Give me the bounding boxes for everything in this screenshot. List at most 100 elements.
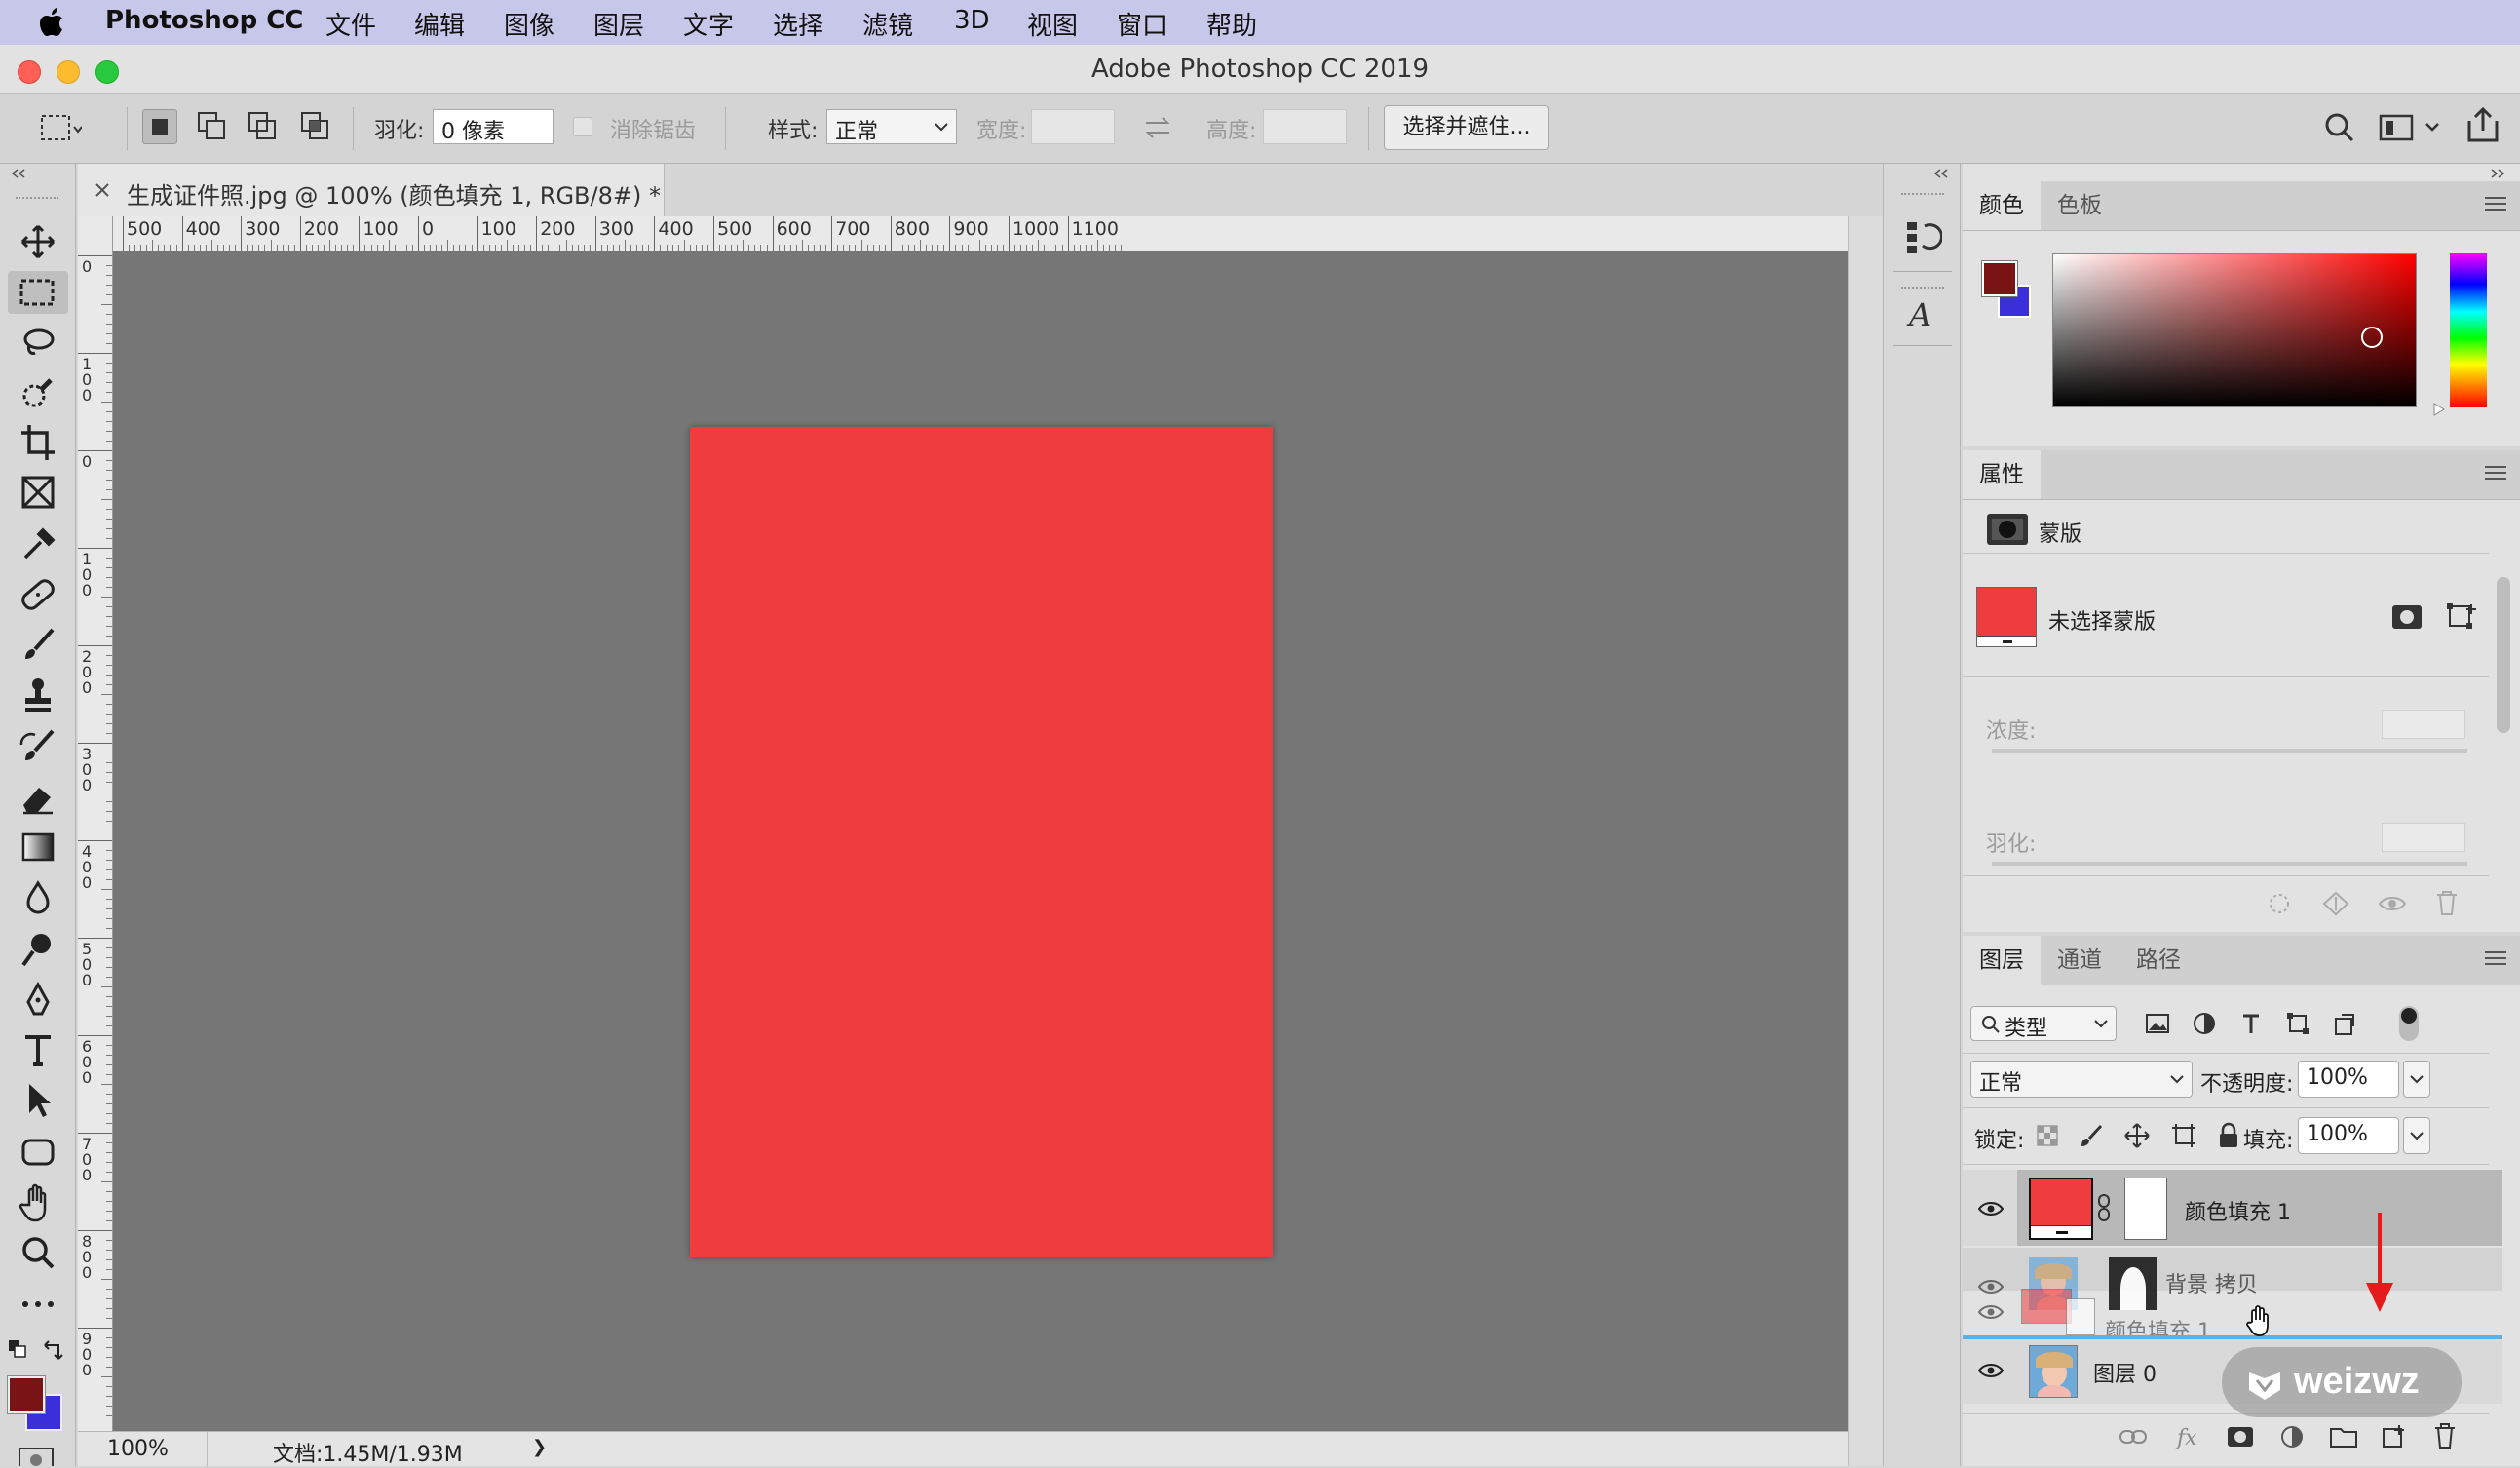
tab-paths[interactable]: 路径 <box>2119 936 2198 985</box>
eraser-tool[interactable] <box>14 776 62 819</box>
rectangular-marquee-tool[interactable] <box>8 271 68 314</box>
add-mask-icon[interactable] <box>2226 1425 2255 1449</box>
color-picker-field[interactable] <box>2052 253 2417 407</box>
panel-menu-icon[interactable] <box>2485 197 2506 212</box>
delete-mask-icon[interactable] <box>2434 889 2460 916</box>
zoom-level[interactable]: 100% <box>107 1437 169 1461</box>
document-canvas[interactable] <box>690 427 1273 1257</box>
link-icon[interactable] <box>2097 1193 2111 1222</box>
mask-feather-input[interactable] <box>2382 823 2465 852</box>
density-slider[interactable] <box>1992 749 2467 753</box>
opacity-dropdown[interactable] <box>2403 1061 2430 1098</box>
menu-type[interactable]: 文字 <box>683 6 734 42</box>
default-colors-icon[interactable] <box>8 1339 31 1361</box>
pen-tool[interactable] <box>14 979 62 1022</box>
share-icon[interactable] <box>2465 107 2501 144</box>
hue-slider-handle[interactable] <box>2432 402 2446 417</box>
history-brush-tool[interactable] <box>14 725 62 768</box>
hand-tool[interactable] <box>14 1181 62 1224</box>
density-input[interactable] <box>2382 710 2465 739</box>
lock-position-icon[interactable] <box>2122 1121 2152 1150</box>
menu-image[interactable]: 图像 <box>504 6 554 42</box>
new-selection-button[interactable] <box>142 109 177 144</box>
menu-file[interactable]: 文件 <box>325 6 376 42</box>
lasso-tool[interactable] <box>14 322 62 365</box>
tab-color[interactable]: 颜色 <box>1963 181 2041 230</box>
add-pixel-mask-icon[interactable] <box>2391 604 2425 632</box>
blur-tool[interactable] <box>14 877 62 920</box>
quick-mask-icon[interactable] <box>18 1447 57 1466</box>
height-input[interactable] <box>1263 109 1347 144</box>
layer-visibility-eye-icon[interactable] <box>1978 1363 2004 1378</box>
layer-filter-select[interactable]: 类型 <box>1970 1006 2117 1041</box>
subtract-from-selection-icon[interactable] <box>246 109 281 144</box>
link-layers-icon[interactable] <box>2119 1427 2148 1447</box>
path-selection-tool[interactable] <box>14 1080 62 1123</box>
close-icon[interactable] <box>94 181 111 199</box>
expand-panels-icon[interactable] <box>1932 168 1950 179</box>
tab-layers[interactable]: 图层 <box>1963 936 2041 985</box>
select-and-mask-button[interactable]: 选择并遮住... <box>1384 105 1549 150</box>
status-menu-arrow[interactable]: ❯ <box>532 1437 547 1457</box>
menu-window[interactable]: 窗口 <box>1117 6 1167 42</box>
filter-adjustment-icon[interactable] <box>2191 1010 2218 1037</box>
layer-visibility-eye-icon[interactable] <box>1978 1201 2004 1217</box>
document-info[interactable]: 文档:1.45M/1.93M <box>273 1437 463 1468</box>
fill-dropdown[interactable] <box>2403 1117 2430 1154</box>
style-select[interactable]: 正常 <box>826 109 957 144</box>
dodge-tool[interactable] <box>14 928 62 971</box>
filter-type-icon[interactable] <box>2237 1010 2265 1037</box>
collapse-panels-icon[interactable] <box>2489 168 2506 179</box>
antialias-checkbox[interactable] <box>573 117 592 136</box>
layer-visibility-eye-icon[interactable] <box>1978 1279 2004 1294</box>
menu-app-name[interactable]: Photoshop CC <box>105 6 303 35</box>
quick-selection-tool[interactable] <box>14 372 62 415</box>
toolbar-grip[interactable] <box>16 197 58 203</box>
healing-brush-tool[interactable] <box>14 573 62 616</box>
new-adjustment-layer-icon[interactable] <box>2278 1423 2306 1450</box>
lock-all-icon[interactable] <box>2216 1121 2241 1150</box>
eyedropper-tool[interactable] <box>14 522 62 565</box>
lock-pixels-icon[interactable] <box>2078 1123 2105 1148</box>
delete-layer-icon[interactable] <box>2432 1421 2458 1450</box>
add-vector-mask-icon[interactable] <box>2446 600 2479 634</box>
opacity-input[interactable]: 100% <box>2298 1061 2399 1098</box>
portrait-thumbnail[interactable] <box>2029 1345 2078 1398</box>
new-layer-icon[interactable] <box>2380 1423 2409 1450</box>
lock-artboard-icon[interactable] <box>2169 1121 2198 1150</box>
background-copy-mask-thumbnail[interactable] <box>2109 1257 2157 1310</box>
frame-tool[interactable] <box>14 472 62 515</box>
crop-tool[interactable] <box>14 421 62 464</box>
feather-input[interactable]: 0 像素 <box>433 109 554 144</box>
filter-toggle[interactable] <box>2399 1006 2419 1041</box>
hue-slider[interactable] <box>2450 253 2487 407</box>
intersect-selection-icon[interactable] <box>298 109 333 144</box>
tab-properties[interactable]: 属性 <box>1963 450 2041 499</box>
visibility-eye-icon[interactable] <box>2378 893 2407 914</box>
menu-help[interactable]: 帮助 <box>1206 6 1257 42</box>
width-input[interactable] <box>1031 109 1115 144</box>
blend-mode-select[interactable]: 正常 <box>1970 1061 2193 1098</box>
color-picker-cursor[interactable] <box>2361 327 2383 348</box>
tab-swatches[interactable]: 色板 <box>2041 181 2119 230</box>
filter-shape-icon[interactable] <box>2284 1010 2311 1037</box>
foreground-color-swatch[interactable] <box>7 1375 46 1414</box>
character-panel-icon[interactable]: A <box>1903 294 1942 333</box>
more-tools-button[interactable] <box>14 1283 62 1326</box>
menu-edit[interactable]: 编辑 <box>414 6 465 42</box>
search-icon[interactable] <box>2323 111 2356 144</box>
panel-menu-icon[interactable] <box>2485 951 2506 967</box>
marquee-preset-icon[interactable] <box>39 111 82 146</box>
properties-scrollbar-thumb[interactable] <box>2497 577 2510 733</box>
move-tool[interactable] <box>14 220 62 263</box>
mask-feather-slider[interactable] <box>1992 862 2467 866</box>
color-fill-thumbnail[interactable] <box>2029 1178 2093 1240</box>
menu-3d[interactable]: 3D <box>954 6 990 35</box>
ruler-corner[interactable] <box>78 216 113 251</box>
tab-channels[interactable]: 通道 <box>2041 936 2119 985</box>
menu-filter[interactable]: 滤镜 <box>862 6 913 42</box>
layer-visibility-eye-icon[interactable] <box>1978 1304 2004 1320</box>
new-group-folder-icon[interactable] <box>2329 1423 2358 1450</box>
gradient-tool[interactable] <box>14 827 62 869</box>
history-panel-icon[interactable] <box>1903 218 1942 257</box>
